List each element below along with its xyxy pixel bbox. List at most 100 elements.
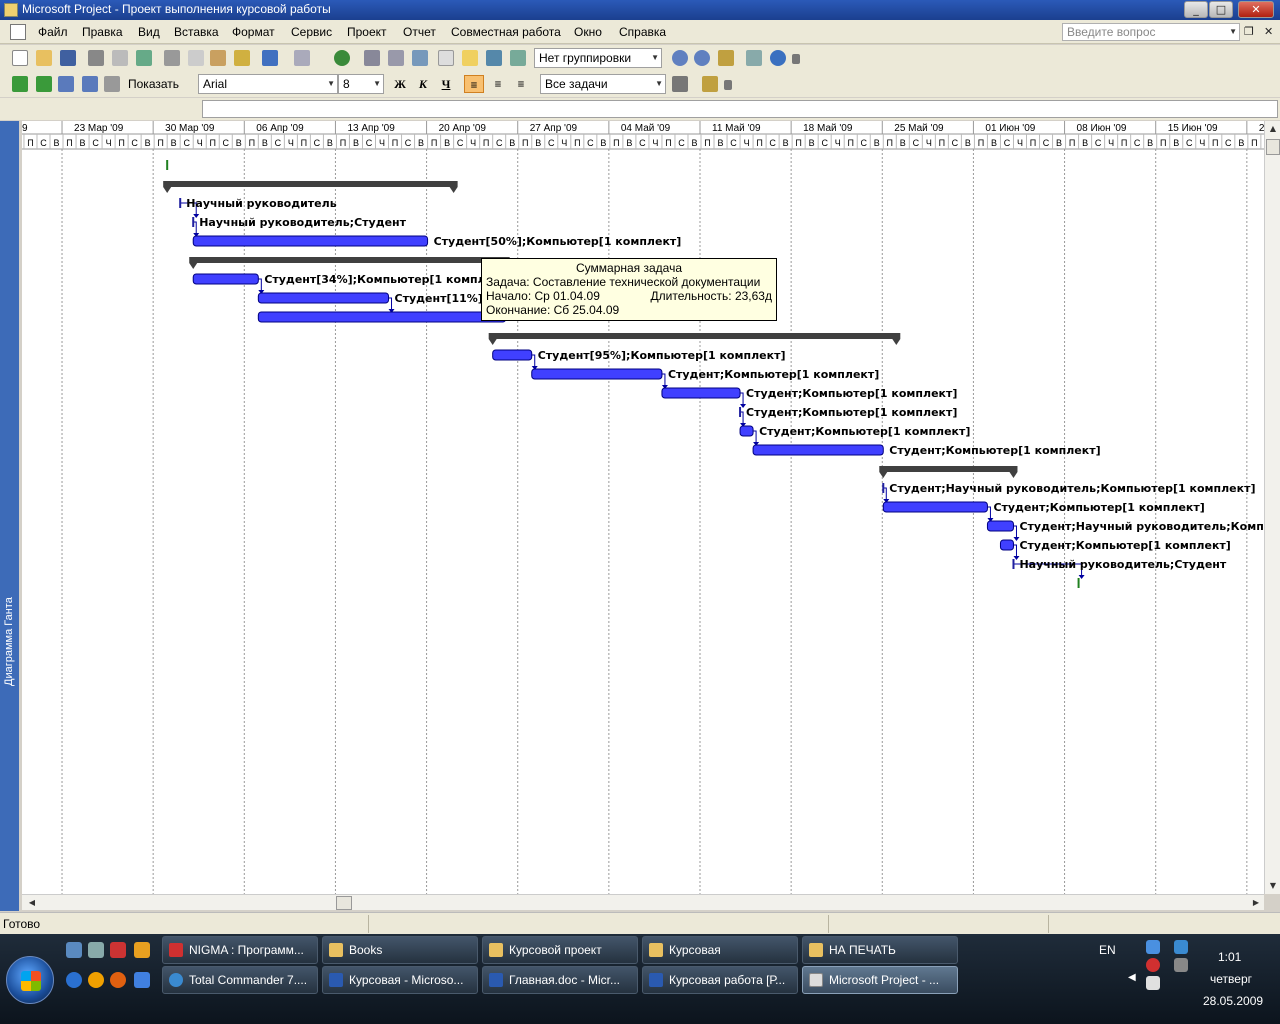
task-info-icon[interactable] <box>438 50 454 66</box>
arrow-right-icon[interactable] <box>36 76 52 92</box>
email-icon[interactable] <box>110 972 126 988</box>
link-tasks-icon[interactable] <box>364 50 380 66</box>
media-player-icon[interactable] <box>134 942 150 958</box>
toolbar-options-icon[interactable] <box>724 80 732 90</box>
menu-file[interactable]: Файл <box>38 25 68 39</box>
quicklaunch-app-icon[interactable] <box>110 942 126 958</box>
menu-report[interactable]: Отчет <box>403 25 436 39</box>
taskbar-button-books[interactable]: Books <box>322 936 478 964</box>
new-icon[interactable] <box>12 50 28 66</box>
close-doc-icon[interactable]: ✕ <box>1264 25 1273 38</box>
go-to-task-icon[interactable] <box>718 50 734 66</box>
taskbar-button-word-coursework-work[interactable]: Курсовая работа [Р... <box>642 966 798 994</box>
menu-project[interactable]: Проект <box>347 25 387 39</box>
paste-icon[interactable] <box>210 50 226 66</box>
vertical-scrollbar[interactable]: ▲ ▼ <box>1264 121 1280 894</box>
cut-icon[interactable] <box>164 50 180 66</box>
toolbar-options-icon[interactable] <box>792 54 800 64</box>
chevron-left-icon[interactable]: ◀ <box>1128 972 1136 983</box>
spelling-icon[interactable] <box>136 50 152 66</box>
taskbar-button-ms-project[interactable]: Microsoft Project - ... <box>802 966 958 994</box>
chevron-down-icon[interactable]: ▼ <box>1229 24 1237 40</box>
undo-icon[interactable] <box>262 50 278 66</box>
copy-picture-icon[interactable] <box>510 50 526 66</box>
scroll-up-icon[interactable]: ▲ <box>1265 121 1280 137</box>
taskbar-button-total-commander[interactable]: Total Commander 7.... <box>162 966 318 994</box>
entry-field[interactable] <box>202 100 1278 118</box>
task-notes-icon[interactable] <box>462 50 478 66</box>
print-icon[interactable] <box>88 50 104 66</box>
scroll-thumb[interactable] <box>1266 139 1280 155</box>
zoom-out-icon[interactable] <box>694 50 710 66</box>
clock-time[interactable]: 1:01 <box>1218 950 1241 964</box>
copy-icon[interactable] <box>188 50 204 66</box>
menu-window[interactable]: Окно <box>574 25 602 39</box>
print-preview-icon[interactable] <box>112 50 128 66</box>
gantt-wizard-icon[interactable] <box>702 76 718 92</box>
open-icon[interactable] <box>36 50 52 66</box>
menu-view[interactable]: Вид <box>138 25 160 39</box>
show-desktop-icon[interactable] <box>66 942 82 958</box>
taskbar-button-word-coursework[interactable]: Курсовая - Microso... <box>322 966 478 994</box>
taskbar-button-word-main[interactable]: Главная.doc - Micr... <box>482 966 638 994</box>
align-center-button[interactable]: ≡ <box>488 75 508 93</box>
format-painter-icon[interactable] <box>234 50 250 66</box>
menu-help[interactable]: Справка <box>619 25 666 39</box>
taskbar-button-course-project[interactable]: Курсовой проект <box>482 936 638 964</box>
unlink-tasks-icon[interactable] <box>388 50 404 66</box>
maximize-button[interactable]: □ <box>1209 1 1233 18</box>
menu-format[interactable]: Формат <box>232 25 275 39</box>
assign-resources-icon[interactable] <box>486 50 502 66</box>
hyperlink-icon[interactable] <box>334 50 350 66</box>
horizontal-scrollbar[interactable]: ◀ ▶ <box>22 894 1264 910</box>
scroll-down-icon[interactable]: ▼ <box>1265 878 1280 894</box>
align-left-button[interactable]: ≡ <box>464 75 484 93</box>
underline-button[interactable]: Ч <box>436 75 456 93</box>
menu-edit[interactable]: Правка <box>82 25 123 39</box>
help-icon[interactable] <box>770 50 786 66</box>
align-right-button[interactable]: ≡ <box>511 75 531 93</box>
volume-icon[interactable] <box>1174 958 1188 972</box>
messenger-icon[interactable] <box>134 972 150 988</box>
chevron-down-icon[interactable]: ▼ <box>373 75 381 93</box>
show-button[interactable]: Показать <box>128 77 179 91</box>
restore-doc-icon[interactable]: ❐ <box>1244 25 1254 38</box>
font-size-select[interactable]: 8 ▼ <box>338 74 384 94</box>
close-button[interactable]: ✕ <box>1238 1 1274 18</box>
italic-button[interactable]: К <box>413 75 433 93</box>
language-indicator[interactable]: EN <box>1099 943 1116 957</box>
minimize-button[interactable]: _ <box>1184 1 1208 18</box>
save-icon[interactable] <box>60 50 76 66</box>
scroll-right-icon[interactable]: ▶ <box>1248 895 1264 911</box>
bold-button[interactable]: Ж <box>390 75 410 93</box>
minus-icon[interactable] <box>82 76 98 92</box>
start-button[interactable] <box>6 956 54 1004</box>
menu-tools[interactable]: Сервис <box>291 25 332 39</box>
menu-collaborate[interactable]: Совместная работа <box>451 25 561 39</box>
help-search-input[interactable]: Введите вопрос ▼ <box>1062 23 1240 41</box>
plus-icon[interactable] <box>58 76 74 92</box>
autofilter-icon[interactable] <box>672 76 688 92</box>
chevron-down-icon[interactable]: ▼ <box>651 49 659 67</box>
taskbar-button-print[interactable]: НА ПЕЧАТЬ <box>802 936 958 964</box>
shield-icon[interactable] <box>1146 940 1160 954</box>
outline-icon[interactable] <box>104 76 120 92</box>
filter-select[interactable]: Все задачи ▼ <box>540 74 666 94</box>
zoom-in-icon[interactable] <box>672 50 688 66</box>
firefox-icon[interactable] <box>88 972 104 988</box>
chevron-down-icon[interactable]: ▼ <box>655 75 663 93</box>
scroll-thumb[interactable] <box>336 896 352 910</box>
taskbar-button-nigma[interactable]: NIGMA : Программ... <box>162 936 318 964</box>
scroll-left-icon[interactable]: ◀ <box>24 895 40 911</box>
grouping-select[interactable]: Нет группировки ▼ <box>534 48 662 68</box>
font-select[interactable]: Arial ▼ <box>198 74 338 94</box>
menu-insert[interactable]: Вставка <box>174 25 219 39</box>
arrow-left-icon[interactable] <box>12 76 28 92</box>
chevron-down-icon[interactable]: ▼ <box>327 75 335 93</box>
network-icon[interactable] <box>1174 940 1188 954</box>
split-task-icon[interactable] <box>412 50 428 66</box>
flag-tray-icon[interactable] <box>1146 976 1160 990</box>
window-switch-icon[interactable] <box>88 942 104 958</box>
taskbar-button-coursework[interactable]: Курсовая <box>642 936 798 964</box>
redo-icon[interactable] <box>294 50 310 66</box>
